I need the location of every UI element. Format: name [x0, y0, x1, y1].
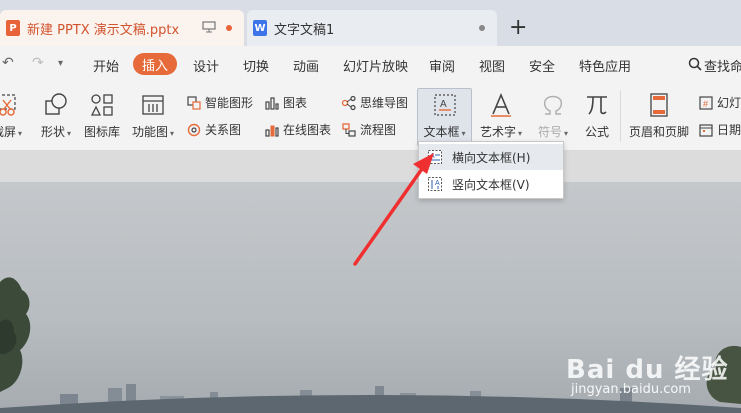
red-pointer-arrow-icon	[353, 153, 434, 266]
